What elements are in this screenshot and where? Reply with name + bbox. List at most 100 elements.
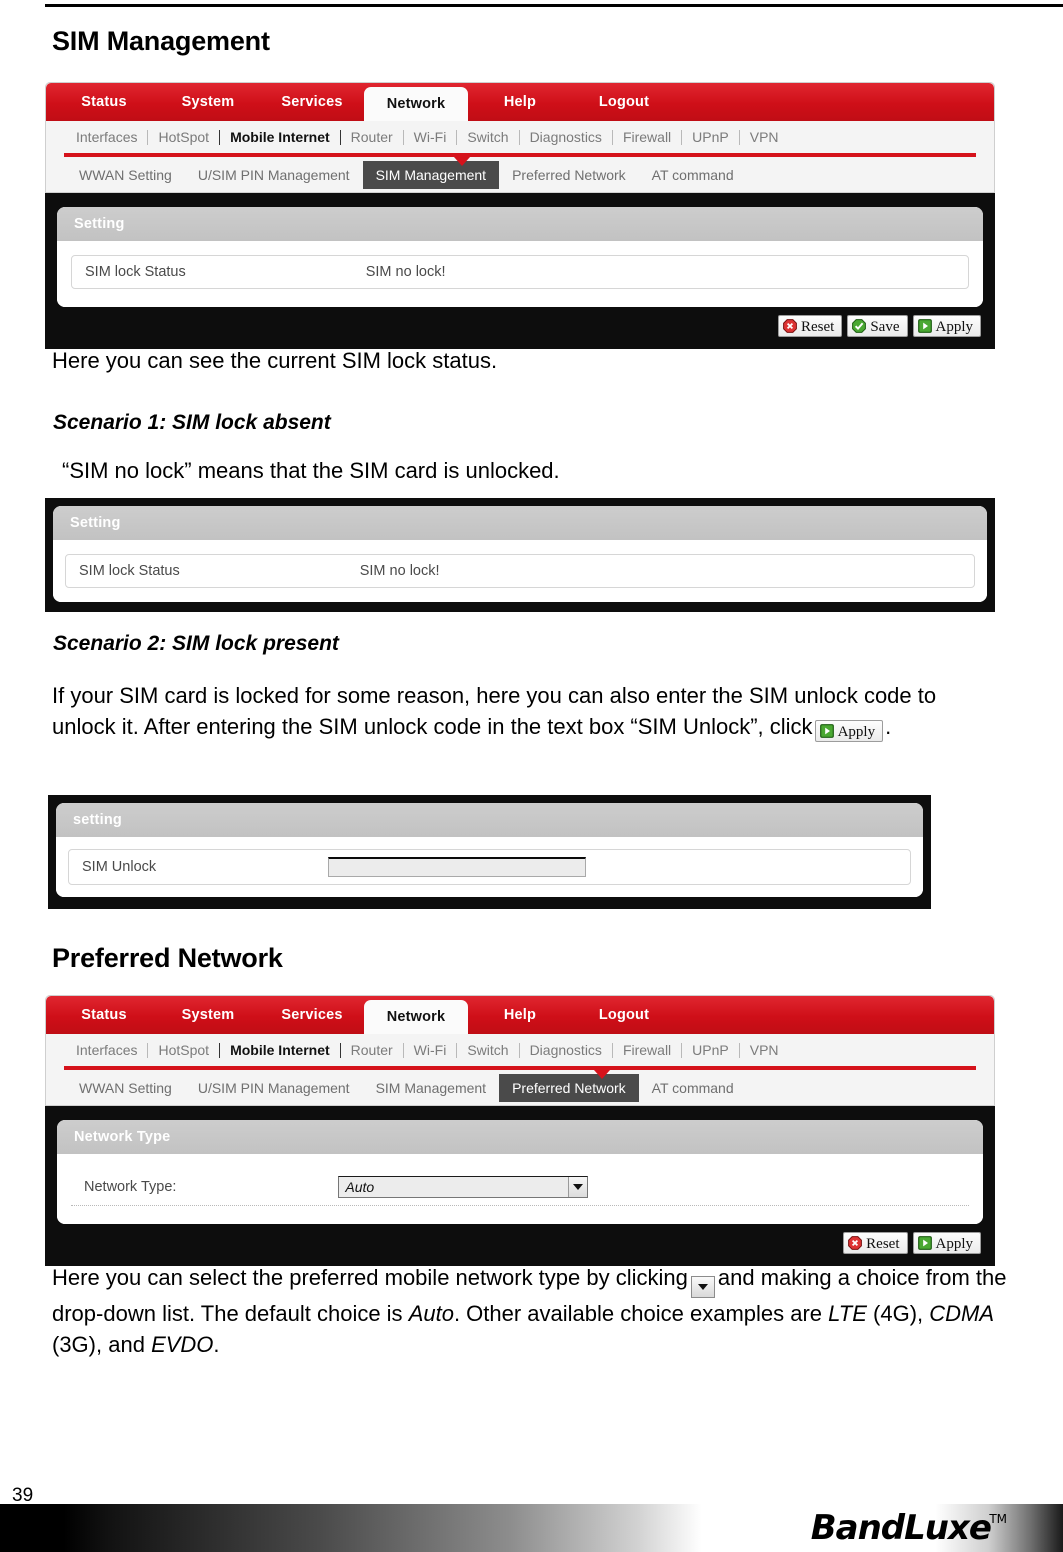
chevron-down-icon	[697, 1284, 708, 1290]
save-button[interactable]: Save	[847, 315, 908, 337]
tab-sim-management[interactable]: SIM Management	[363, 1074, 500, 1102]
setting-panel: Setting SIM lock Status SIM no lock!	[53, 506, 987, 602]
sub-nav-router[interactable]: Router	[341, 1042, 403, 1058]
content-frame: Setting SIM lock Status SIM no lock!	[45, 498, 995, 612]
main-nav-services[interactable]: Services	[260, 83, 364, 121]
chevron-down-icon[interactable]	[568, 1176, 588, 1197]
tab-nav-bar: WWAN Setting U/SIM PIN Management SIM Ma…	[46, 157, 994, 193]
manual-page: SIM Management Status System Services Ne…	[0, 0, 1063, 1552]
apply-button[interactable]: Apply	[912, 315, 981, 337]
page-footer: BandLuxe TM	[0, 1504, 1063, 1552]
sub-nav-mobile-internet[interactable]: Mobile Internet	[220, 1042, 340, 1058]
sub-nav-firewall[interactable]: Firewall	[613, 1042, 681, 1058]
sub-nav-bar: Interfaces HotSpot Mobile Internet Route…	[46, 121, 994, 153]
tab-preferred-network[interactable]: Preferred Network	[499, 161, 639, 189]
scenario-1-heading: Scenario 1: SIM lock absent	[53, 411, 331, 434]
sub-nav-wifi[interactable]: Wi-Fi	[404, 1042, 457, 1058]
header-rule	[45, 4, 1063, 7]
main-nav-logout[interactable]: Logout	[572, 996, 676, 1034]
pn-text-c: . Other available choice examples are	[453, 1301, 823, 1326]
preferred-network-description: Here you can select the preferred mobile…	[52, 1262, 1012, 1360]
sub-nav-firewall[interactable]: Firewall	[613, 129, 681, 145]
scenario-2-text-after: .	[885, 714, 892, 739]
tab-nav-bar: WWAN Setting U/SIM PIN Management SIM Ma…	[46, 1070, 994, 1106]
network-type-select[interactable]: Auto	[338, 1175, 589, 1198]
inline-apply-button[interactable]: Apply	[814, 720, 884, 742]
sub-nav-interfaces[interactable]: Interfaces	[66, 1042, 147, 1058]
sub-nav-upnp[interactable]: UPnP	[682, 129, 739, 145]
apply-button-label: Apply	[935, 1235, 974, 1252]
panel-title: Setting	[57, 207, 983, 241]
main-nav-system[interactable]: System	[156, 83, 260, 121]
save-button-label: Save	[870, 318, 900, 335]
main-nav-status[interactable]: Status	[52, 83, 156, 121]
network-type-panel: Network Type Network Type: Auto	[57, 1120, 983, 1224]
tab-usim-pin-management[interactable]: U/SIM PIN Management	[185, 1074, 363, 1102]
sub-nav-upnp[interactable]: UPnP	[682, 1042, 739, 1058]
pn-text-d: .	[213, 1332, 220, 1357]
screenshot-sim-unlock-panel: setting SIM Unlock	[48, 795, 931, 909]
main-nav-logout[interactable]: Logout	[572, 83, 676, 121]
sub-nav-router[interactable]: Router	[341, 129, 403, 145]
tab-wwan-setting[interactable]: WWAN Setting	[66, 161, 185, 189]
reset-button[interactable]: Reset	[778, 315, 843, 337]
reset-button[interactable]: Reset	[843, 1232, 908, 1254]
reset-icon	[783, 319, 797, 333]
panel-action-buttons: Reset Save Apply	[57, 307, 983, 339]
tab-at-command[interactable]: AT command	[639, 1074, 747, 1102]
sim-lock-status-row: SIM lock Status SIM no lock!	[65, 554, 975, 588]
apply-icon	[917, 1236, 932, 1250]
apply-icon	[917, 319, 932, 333]
pn-default-choice: Auto	[408, 1301, 454, 1326]
sub-nav-mobile-internet[interactable]: Mobile Internet	[220, 129, 340, 145]
main-nav-network[interactable]: Network	[364, 87, 468, 121]
main-nav-services[interactable]: Services	[260, 996, 364, 1034]
tab-usim-pin-management[interactable]: U/SIM PIN Management	[185, 161, 363, 189]
tab-wwan-setting[interactable]: WWAN Setting	[66, 1074, 185, 1102]
setting-panel: setting SIM Unlock	[56, 803, 923, 897]
sub-nav-interfaces[interactable]: Interfaces	[66, 129, 147, 145]
network-type-row: Network Type: Auto	[71, 1168, 969, 1206]
reset-icon	[848, 1236, 863, 1250]
sim-lock-status-label: SIM lock Status	[79, 563, 180, 579]
scenario-2-text-before: If your SIM card is locked for some reas…	[52, 683, 937, 739]
sub-nav-hotspot[interactable]: HotSpot	[148, 1042, 219, 1058]
panel-action-buttons: Reset Apply	[57, 1224, 983, 1256]
pn-option-lte: LTE	[828, 1301, 867, 1326]
tab-preferred-network[interactable]: Preferred Network	[499, 1073, 639, 1102]
main-nav-status[interactable]: Status	[52, 996, 156, 1034]
sub-nav-switch[interactable]: Switch	[457, 1042, 518, 1058]
sim-unlock-row: SIM Unlock	[68, 849, 911, 885]
sub-nav-diagnostics[interactable]: Diagnostics	[520, 129, 612, 145]
tab-at-command[interactable]: AT command	[639, 161, 747, 189]
main-nav-help[interactable]: Help	[468, 83, 572, 121]
inline-apply-label: Apply	[837, 723, 876, 740]
router-navigation: Status System Services Network Help Logo…	[45, 82, 995, 193]
sub-nav-diagnostics[interactable]: Diagnostics	[520, 1042, 612, 1058]
network-type-select-value: Auto	[345, 1178, 375, 1195]
sub-nav-switch[interactable]: Switch	[457, 129, 518, 145]
router-navigation: Status System Services Network Help Logo…	[45, 995, 995, 1106]
reset-button-label: Reset	[866, 1235, 900, 1252]
sim-lock-status-value: SIM no lock!	[365, 264, 446, 280]
panel-title: Setting	[53, 506, 987, 540]
caret-glyph	[573, 1183, 584, 1190]
tab-sim-management[interactable]: SIM Management	[362, 160, 500, 189]
sub-nav-vpn[interactable]: VPN	[740, 129, 789, 145]
main-nav-help[interactable]: Help	[468, 996, 572, 1034]
sub-nav-hotspot[interactable]: HotSpot	[148, 129, 219, 145]
main-nav-network[interactable]: Network	[364, 1000, 468, 1034]
main-nav-bar: Status System Services Network Help Logo…	[46, 996, 994, 1034]
scenario-2-text: If your SIM card is locked for some reas…	[52, 680, 1002, 742]
brand-trademark-mark: TM	[989, 1512, 1007, 1526]
sub-nav-vpn[interactable]: VPN	[740, 1042, 789, 1058]
sim-unlock-input[interactable]	[328, 857, 587, 877]
main-nav-system[interactable]: System	[156, 996, 260, 1034]
apply-button[interactable]: Apply	[912, 1232, 981, 1254]
content-frame: Setting SIM lock Status SIM no lock!	[45, 193, 995, 349]
screenshot-preferred-network: Status System Services Network Help Logo…	[45, 995, 995, 1266]
sub-nav-wifi[interactable]: Wi-Fi	[404, 129, 457, 145]
main-nav-bar: Status System Services Network Help Logo…	[46, 83, 994, 121]
pn-option-cdma-gen: (3G), and	[52, 1332, 145, 1357]
inline-dropdown-button[interactable]	[690, 1276, 715, 1298]
